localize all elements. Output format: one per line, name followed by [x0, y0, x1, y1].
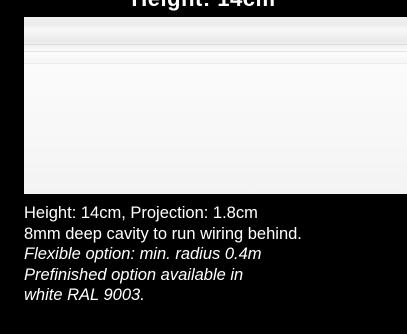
product-description: Height: 14cm, Projection: 1.8cm 8mm deep…: [24, 203, 404, 306]
spec-colour: white RAL 9003.: [24, 286, 145, 304]
skirting-board-image: [24, 17, 407, 194]
spec-prefinished-option: Prefinished option available in: [24, 265, 244, 284]
spec-dimensions: Height: 14cm, Projection: 1.8cm: [24, 204, 258, 222]
profile-groove-1: [24, 44, 407, 45]
profile-groove-2: [24, 51, 407, 52]
skirting-profile-top: [24, 17, 407, 65]
skirting-face: [24, 65, 407, 194]
cropped-heading: Height: 14cm: [0, 0, 407, 12]
spec-flexible-option: Flexible option: min. radius 0.4m: [24, 245, 262, 263]
product-card: Height: 14cm Height: 14cm, Projection: 1…: [0, 0, 407, 334]
profile-groove-3: [24, 63, 407, 64]
spec-cavity: 8mm deep cavity to run wiring behind.: [24, 224, 302, 243]
